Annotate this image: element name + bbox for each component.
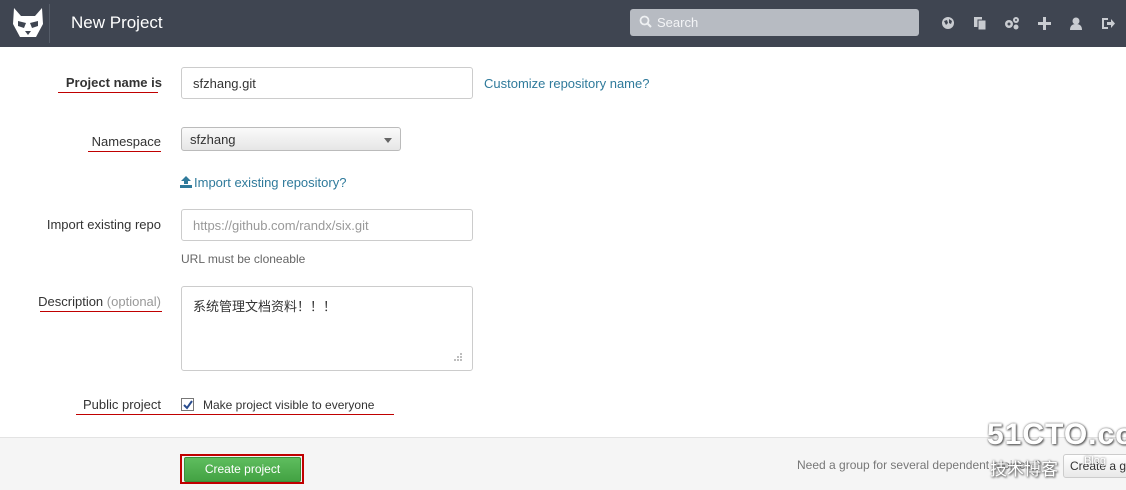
description-label-text: Description [38,294,104,309]
description-textarea[interactable]: 系统管理文档资料！！！ [181,286,473,371]
project-name-label: Project name is [65,75,162,90]
public-project-label: Public project [82,397,161,412]
top-navbar: New Project Search [0,0,1126,47]
customize-repo-link[interactable]: Customize repository name? [484,76,649,91]
signout-icon[interactable] [1092,13,1124,33]
gitlab-logo-icon[interactable] [6,4,50,43]
project-name-value: sfzhang.git [193,76,256,91]
gears-icon[interactable] [996,13,1028,33]
nav-icon-bar [932,13,1124,33]
import-url-help: URL must be cloneable [181,252,306,266]
annotation-underline [58,92,158,93]
import-url-placeholder: https://github.com/randx/six.git [193,218,369,233]
plus-icon[interactable] [1028,13,1060,33]
project-name-input[interactable]: sfzhang.git [181,67,473,99]
watermark-logo: 51CTO.com [987,418,1126,451]
annotation-underline [40,311,162,312]
namespace-selected-value: sfzhang [190,132,236,147]
chevron-down-icon [384,138,392,143]
upload-icon [180,176,192,188]
search-icon [639,15,652,28]
search-input[interactable]: Search [657,15,698,30]
public-project-checkbox[interactable] [181,398,194,411]
watermark-blog: Blog [1084,455,1107,467]
public-project-checkbox-label[interactable]: Make project visible to everyone [203,398,374,412]
annotation-underline [76,414,394,415]
globe-icon[interactable] [932,13,964,33]
resize-grip-icon[interactable] [453,352,463,362]
checkmark-icon [183,400,193,410]
import-url-input[interactable]: https://github.com/randx/six.git [181,209,473,241]
import-repo-toggle-label: Import existing repository? [194,175,347,190]
annotation-underline [88,151,161,152]
page-title: New Project [71,13,163,32]
create-project-button[interactable]: Create project [184,457,301,482]
watermark-subtitle: 技术博客 [990,460,1058,479]
description-value: 系统管理文档资料！！！ [193,299,337,314]
copy-icon[interactable] [964,13,996,33]
namespace-select[interactable]: sfzhang [181,127,401,151]
user-icon[interactable] [1060,13,1092,33]
namespace-label: Namespace [91,134,161,149]
description-optional-text: (optional) [106,294,161,309]
description-label: Description (optional) [30,294,161,309]
import-repo-label: Import existing repo [46,217,161,232]
import-repo-toggle[interactable]: Import existing repository? [180,175,346,190]
search-box[interactable]: Search [630,9,919,36]
